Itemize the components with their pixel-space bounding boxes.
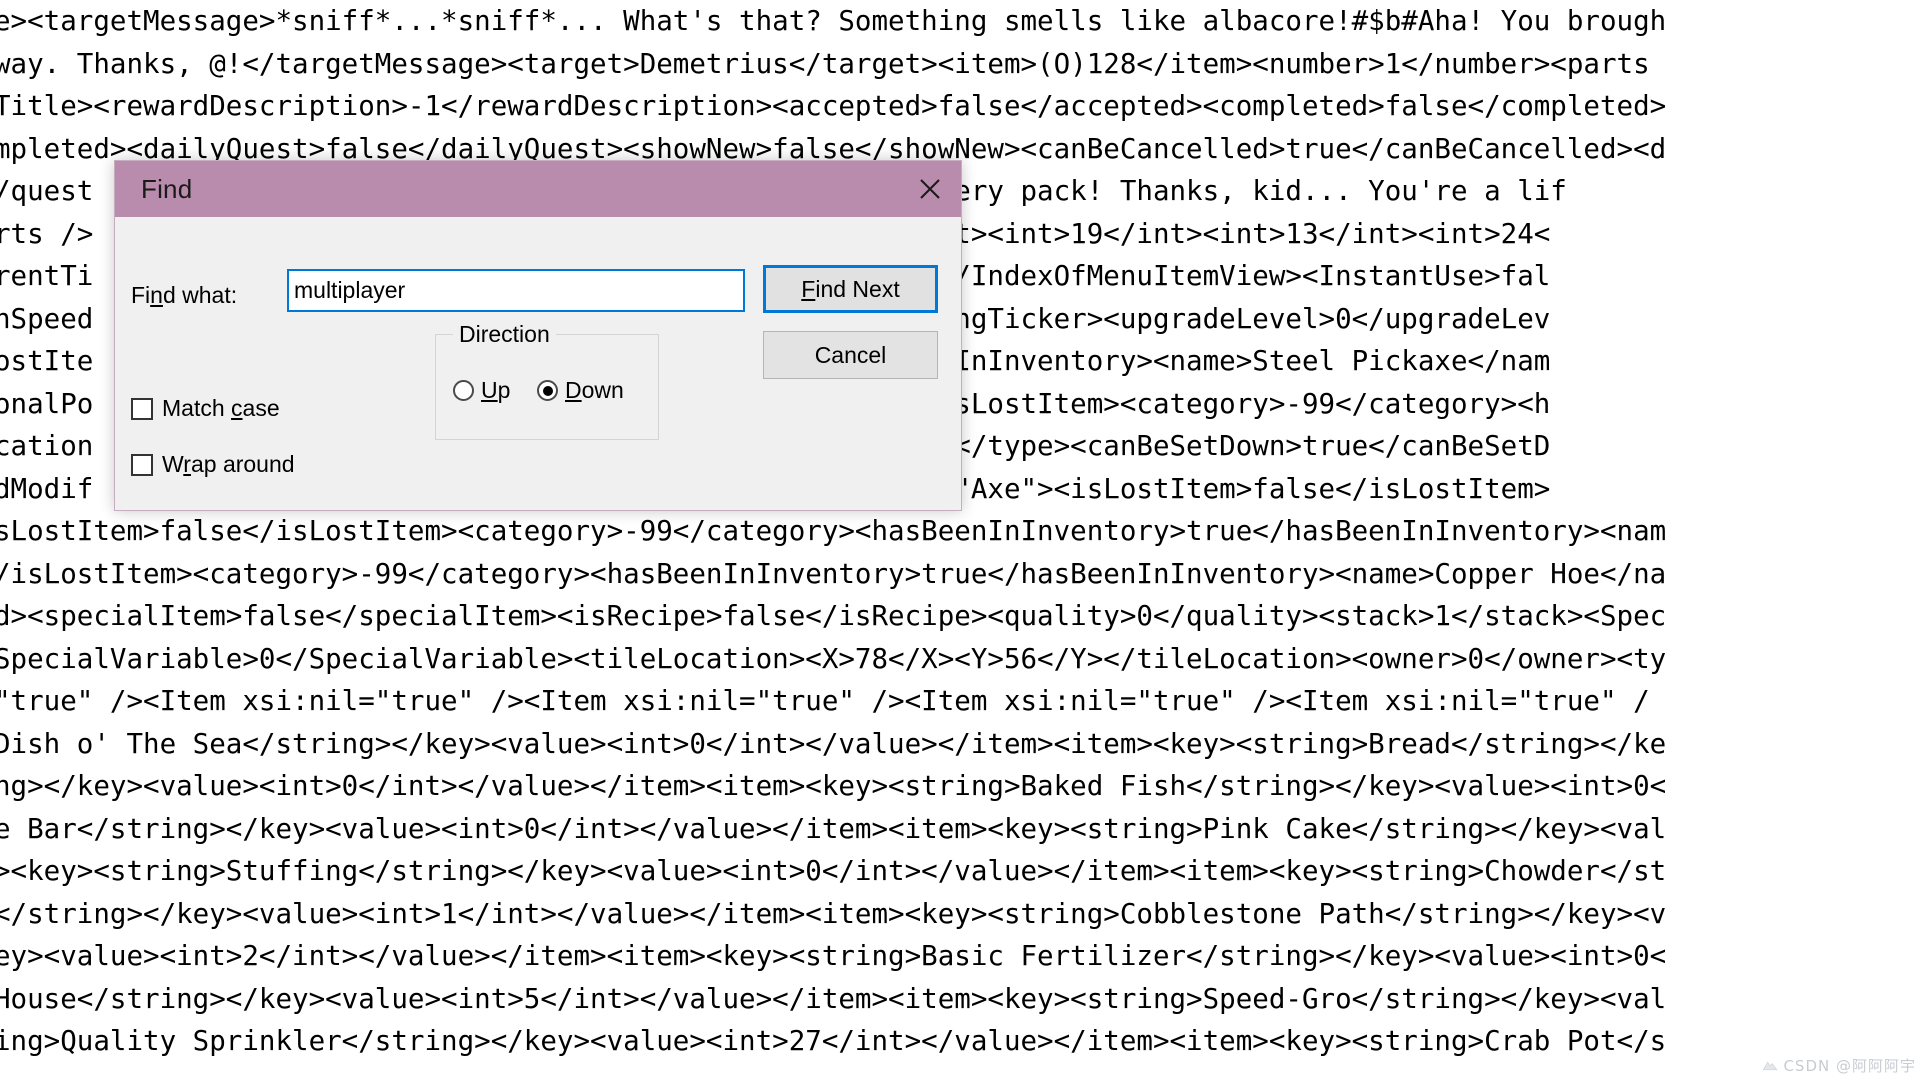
- match-case-label: Match case: [162, 395, 280, 421]
- find-what-label: Find what:: [131, 282, 237, 309]
- find-what-label-pre: Fi: [131, 282, 151, 308]
- checkbox-wrap-around[interactable]: Wrap around: [131, 451, 295, 478]
- radio-down-indicator: [537, 380, 558, 401]
- radio-down-label: Down: [565, 377, 624, 403]
- document-line: Dish o' The Sea</string></key><value><in…: [0, 727, 1667, 760]
- document-line: ey><value><int>2</int></value></item><it…: [0, 940, 1667, 972]
- document-line: Title><rewardDescription>-1</rewardDescr…: [0, 90, 1667, 122]
- find-dialog: Find Find what: Find Next Cancel Directi…: [114, 160, 962, 511]
- dialog-title-bar[interactable]: Find: [115, 161, 961, 217]
- close-icon[interactable]: [899, 161, 961, 217]
- find-next-label: ind Next: [815, 275, 900, 302]
- search-input[interactable]: [289, 271, 743, 310]
- radio-direction-up[interactable]: Up: [453, 377, 510, 404]
- radio-up-label: Up: [481, 377, 511, 403]
- find-input-wrapper[interactable]: [287, 269, 745, 312]
- document-line: SpecialVariable>0</SpecialVariable><tile…: [0, 642, 1667, 675]
- document-line: sLostItem>false</isLostItem><category>-9…: [0, 515, 1667, 547]
- document-line: e><targetMessage>*sniff*...*sniff*... Wh…: [0, 5, 1667, 37]
- find-next-accel: F: [801, 275, 816, 302]
- document-line: House</string></key><value><int>5</int><…: [0, 982, 1667, 1015]
- radio-up-indicator: [453, 380, 474, 401]
- document-line: </string></key><value><int>1</int></valu…: [0, 897, 1667, 930]
- radio-direction-down[interactable]: Down: [537, 377, 624, 404]
- cancel-label: Cancel: [814, 341, 887, 368]
- document-line: ><key><string>Stuffing</string></key><va…: [0, 855, 1667, 887]
- document-line: e Bar</string></key><value><int>0</int><…: [0, 812, 1667, 845]
- cancel-button[interactable]: Cancel: [763, 331, 938, 379]
- find-what-label-post: d what:: [162, 282, 238, 308]
- wrap-around-checkbox-box: [131, 453, 153, 476]
- document-line: ng></key><value><int>0</int></value></it…: [0, 770, 1667, 802]
- find-next-button[interactable]: Find Next: [763, 265, 938, 313]
- document-line: "true" /><Item xsi:nil="true" /><Item xs…: [0, 685, 1650, 717]
- document-line: d><specialItem>false</specialItem><isRec…: [0, 600, 1667, 632]
- match-case-checkbox-box: [131, 397, 153, 420]
- dialog-body: Find what: Find Next Cancel Direction Up…: [115, 217, 961, 510]
- document-line: way. Thanks, @!</targetMessage><target>D…: [0, 47, 1650, 80]
- checkbox-match-case[interactable]: Match case: [131, 395, 280, 422]
- document-line: /isLostItem><category>-99</category><has…: [0, 557, 1667, 590]
- document-line: ing>Quality Sprinkler</string></key><val…: [0, 1025, 1667, 1057]
- find-what-label-accel: n: [150, 282, 163, 308]
- wrap-around-label: Wrap around: [162, 451, 295, 477]
- dialog-title: Find: [141, 173, 193, 204]
- direction-legend: Direction: [453, 321, 556, 348]
